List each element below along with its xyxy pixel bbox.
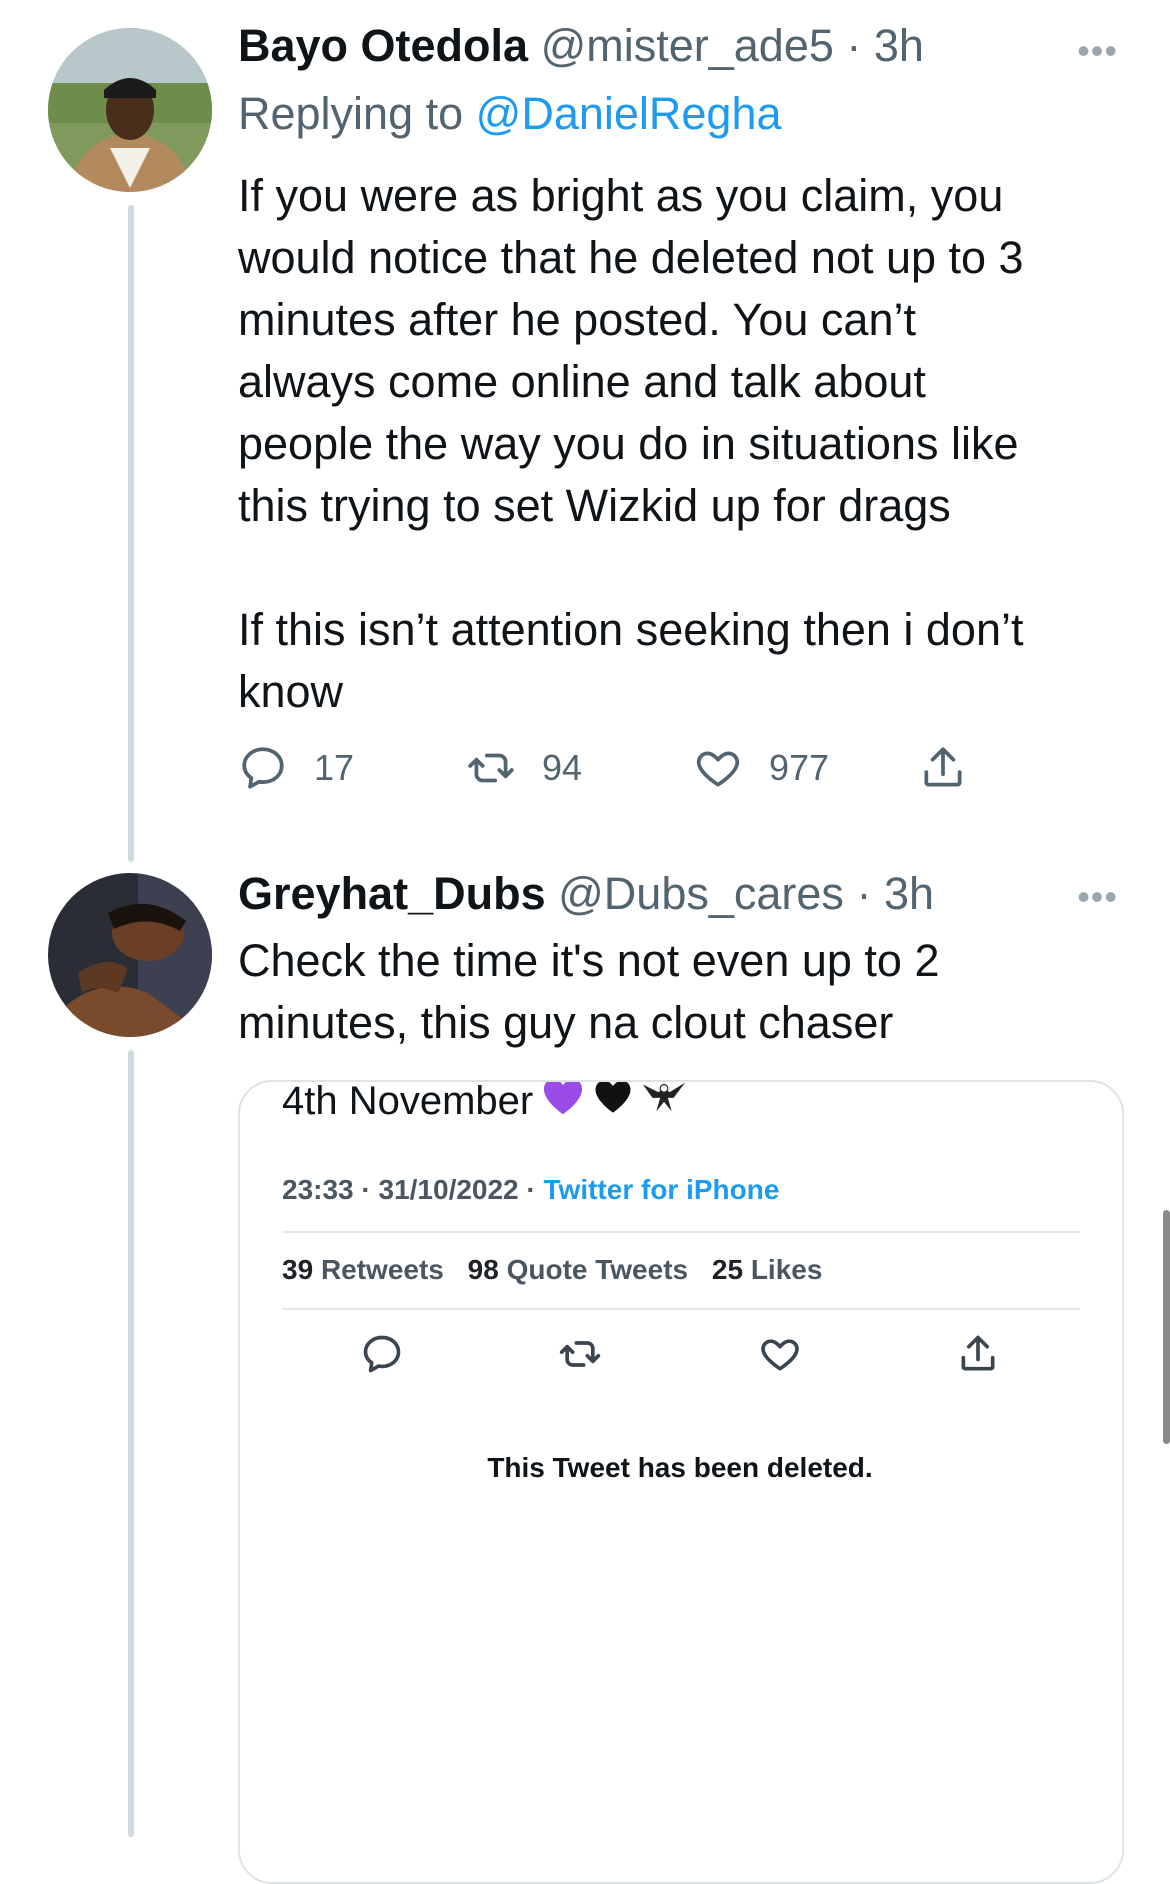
reply-button[interactable]: 17 [238, 743, 354, 793]
text-line: Check the time it's not even up to 2 [238, 935, 940, 986]
share-icon [924, 747, 962, 787]
embedded-stats: 39 Retweets 98 Quote Tweets 25 Likes [282, 1254, 838, 1286]
share-button[interactable] [918, 743, 968, 793]
like-icon [696, 751, 740, 787]
avatar-bayo[interactable] [48, 28, 212, 192]
embedded-title: 4th November [282, 1080, 687, 1126]
author-handle[interactable]: @mister_ade5 [541, 20, 834, 71]
scrollbar[interactable] [1163, 1210, 1170, 1444]
more-icon[interactable]: ••• [1077, 30, 1118, 72]
text-line: minutes, this guy na clout chaser [238, 997, 894, 1048]
like-button[interactable]: 977 [693, 743, 829, 793]
tweet2-text: Check the time it's not even up to 2 min… [238, 930, 1118, 1054]
tweet2-header: Greyhat_Dubs @Dubs_cares · 3h [238, 868, 934, 920]
share-icon [961, 1335, 995, 1371]
timestamp-text: 23:33 · 31/10/2022 · [282, 1174, 544, 1205]
reply-count: 17 [314, 747, 355, 788]
stat-count: 39 [282, 1254, 314, 1285]
like-icon [761, 1339, 799, 1371]
embedded-actions [240, 1332, 1120, 1392]
stat-label: Quote Tweets [506, 1254, 689, 1285]
black-heart-icon [593, 1082, 633, 1125]
separator: · [833, 20, 874, 71]
separator: · [843, 868, 884, 919]
author-name[interactable]: Bayo Otedola [238, 20, 528, 71]
tweet1-actions: 17 94 977 [238, 743, 998, 803]
text-line: would notice that he deleted not up to 3 [238, 232, 1024, 283]
replying-to: Replying to @DanielRegha [238, 88, 782, 140]
tweet1-text: If you were as bright as you claim, you … [238, 165, 1118, 723]
tweet-time[interactable]: 3h [874, 20, 924, 71]
stat-count: 98 [467, 1254, 499, 1285]
stat-label: Likes [750, 1254, 823, 1285]
reply-icon [242, 747, 284, 789]
embedded-image[interactable]: 4th November 23:33 · 31/10/2022 · Twitte… [238, 1080, 1124, 1884]
replying-to-link[interactable]: @DanielRegha [476, 88, 782, 139]
text-line: If you were as bright as you claim, you [238, 170, 1004, 221]
more-icon[interactable]: ••• [1077, 876, 1118, 918]
avatar-greyhat[interactable] [48, 873, 212, 1037]
stat-count: 25 [711, 1254, 744, 1285]
retweet-icon [559, 1341, 601, 1367]
like-count: 977 [769, 747, 830, 788]
thread-line-1 [128, 205, 134, 862]
retweet-button[interactable]: 94 [466, 743, 582, 793]
retweet-icon [468, 753, 514, 783]
text-line: always come online and talk about [238, 356, 926, 407]
divider [282, 1308, 1080, 1310]
thread-line-2 [128, 1050, 134, 1837]
source-link: Twitter for iPhone [543, 1174, 780, 1205]
author-name[interactable]: Greyhat_Dubs [238, 868, 546, 919]
tweet-time[interactable]: 3h [884, 868, 934, 919]
text-line: minutes after he posted. You can’t [238, 294, 916, 345]
eagle-icon [641, 1082, 687, 1126]
replying-prefix: Replying to [238, 88, 476, 139]
text-line: know [238, 666, 344, 717]
divider [282, 1231, 1080, 1233]
embedded-timestamp: 23:33 · 31/10/2022 · Twitter for iPhone [282, 1174, 779, 1206]
embedded-title-text: 4th November [282, 1080, 534, 1123]
stat-label: Retweets [320, 1254, 444, 1285]
tweet1-header: Bayo Otedola @mister_ade5 · 3h [238, 20, 924, 72]
retweet-count: 94 [542, 747, 583, 788]
text-line: this trying to set Wizkid up for drags [238, 480, 951, 531]
author-handle[interactable]: @Dubs_cares [558, 868, 844, 919]
reply-icon [363, 1335, 401, 1373]
text-line: people the way you do in situations like [238, 418, 1019, 469]
deleted-notice: This Tweet has been deleted. [487, 1452, 873, 1483]
purple-heart-icon [541, 1082, 585, 1126]
text-line: If this isn’t attention seeking then i d… [238, 604, 1024, 655]
